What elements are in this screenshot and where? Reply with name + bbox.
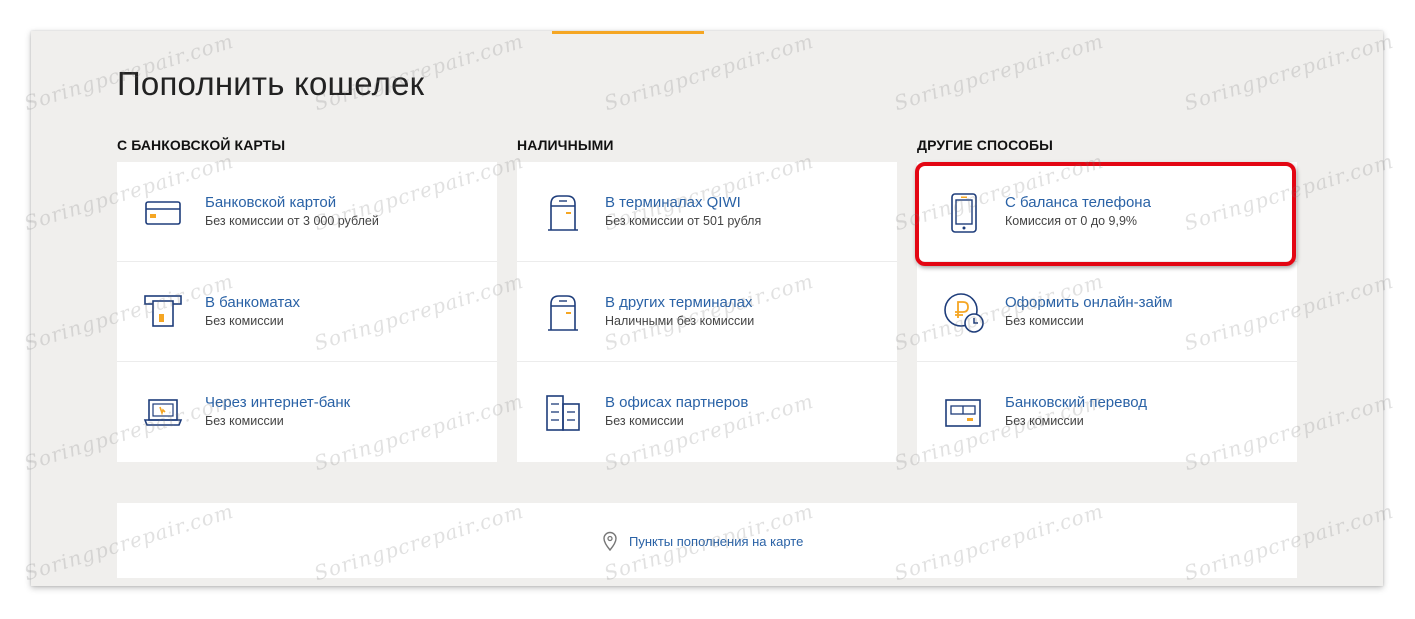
terminal-icon xyxy=(543,292,585,334)
ruble-coin-clock-icon xyxy=(943,292,985,334)
method-online-loan[interactable]: Оформить онлайн-займ Без комиссии xyxy=(917,262,1297,362)
methods-card: С баланса телефона Комиссия от 0 до 9,9%… xyxy=(917,162,1297,462)
map-points-link[interactable]: Пункты пополнения на карте xyxy=(601,531,803,551)
method-title: В офисах партнеров xyxy=(605,394,749,411)
method-internet-bank[interactable]: Через интернет-банк Без комиссии xyxy=(117,362,497,462)
column-header: ДРУГИЕ СПОСОБЫ xyxy=(917,137,1053,153)
column-bank-card: С БАНКОВСКОЙ КАРТЫ Банковской картой Без… xyxy=(117,135,497,462)
method-title: Оформить онлайн-займ xyxy=(1005,294,1173,311)
method-qiwi-terminal[interactable]: В терминалах QIWI Без комиссии от 501 ру… xyxy=(517,162,897,262)
methods-card: Банковской картой Без комиссии от 3 000 … xyxy=(117,162,497,462)
method-bank-transfer[interactable]: Банковский перевод Без комиссии xyxy=(917,362,1297,462)
method-subtitle: Без комиссии xyxy=(205,414,284,428)
column-cash: НАЛИЧНЫМИ В терминалах QIWI Без комиссии… xyxy=(517,135,897,462)
bank-card-icon xyxy=(143,192,185,234)
laptop-icon xyxy=(143,392,185,434)
method-subtitle: Без комиссии xyxy=(205,314,284,328)
map-pin-icon xyxy=(603,531,617,551)
bank-transfer-icon xyxy=(943,392,985,434)
office-building-icon xyxy=(543,392,585,434)
method-title: В банкоматах xyxy=(205,294,300,311)
page-title: Пополнить кошелек xyxy=(117,65,425,102)
method-subtitle: Без комиссии от 3 000 рублей xyxy=(205,214,379,228)
method-title: Через интернет-банк xyxy=(205,394,351,411)
phone-icon xyxy=(943,192,985,234)
map-points-bar: Пункты пополнения на карте xyxy=(117,503,1297,578)
column-header: С БАНКОВСКОЙ КАРТЫ xyxy=(117,137,286,153)
method-subtitle: Без комиссии xyxy=(1005,414,1084,428)
method-bank-card[interactable]: Банковской картой Без комиссии от 3 000 … xyxy=(117,162,497,262)
method-other-terminals[interactable]: В других терминалах Наличными без комисс… xyxy=(517,262,897,362)
method-subtitle: Наличными без комиссии xyxy=(605,314,755,328)
terminal-icon xyxy=(543,192,585,234)
atm-icon xyxy=(143,292,185,334)
method-subtitle: Комиссия от 0 до 9,9% xyxy=(1005,214,1138,228)
column-other-methods: ДРУГИЕ СПОСОБЫ С баланса телефона Комисс… xyxy=(917,135,1297,462)
method-subtitle: Без комиссии xyxy=(605,414,684,428)
method-title: Банковской картой xyxy=(205,194,337,211)
method-atm[interactable]: В банкоматах Без комиссии xyxy=(117,262,497,362)
method-subtitle: Без комиссии от 501 рубля xyxy=(605,214,762,228)
method-title: Банковский перевод xyxy=(1005,394,1148,411)
column-header: НАЛИЧНЫМИ xyxy=(517,137,614,153)
method-title: В других терминалах xyxy=(605,294,753,311)
method-phone-balance[interactable]: С баланса телефона Комиссия от 0 до 9,9% xyxy=(917,162,1297,262)
method-title: С баланса телефона xyxy=(1005,194,1151,211)
active-tab-indicator xyxy=(552,31,704,34)
method-subtitle: Без комиссии xyxy=(1005,314,1084,328)
map-points-label: Пункты пополнения на карте xyxy=(629,533,804,549)
method-partner-offices[interactable]: В офисах партнеров Без комиссии xyxy=(517,362,897,462)
method-title: В терминалах QIWI xyxy=(605,194,741,211)
methods-card: В терминалах QIWI Без комиссии от 501 ру… xyxy=(517,162,897,462)
